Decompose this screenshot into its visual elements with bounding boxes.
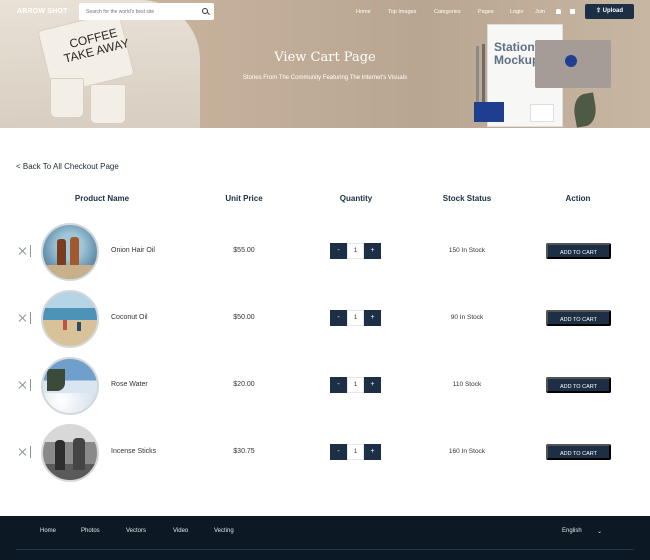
quantity-stepper: - 1 + <box>330 444 381 460</box>
quantity-stepper: - 1 + <box>330 310 381 326</box>
nav-login[interactable]: Login <box>510 9 523 15</box>
product-name[interactable]: Rose Water <box>111 381 148 388</box>
col-header-price: Unit Price <box>225 194 263 203</box>
language-select[interactable]: English <box>562 528 582 534</box>
table-row: Coconut Oil $50.00 - 1 + 90 In Stock ADD… <box>0 287 650 353</box>
footer: Home Photos Vectors Video Vecting Englis… <box>0 516 650 560</box>
unit-price: $50.00 <box>233 314 255 321</box>
stock-status: 90 In Stock <box>450 314 484 321</box>
stock-status: 110 Stock <box>452 381 482 388</box>
remove-icon[interactable] <box>18 246 28 256</box>
footer-link-home[interactable]: Home <box>40 528 56 534</box>
search-box <box>79 3 214 20</box>
product-name[interactable]: Onion Hair Oil <box>111 247 155 254</box>
nav-pages[interactable]: Pages <box>478 9 494 15</box>
add-to-cart-button[interactable]: ADD TO CART <box>546 310 611 326</box>
qty-value[interactable]: 1 <box>347 310 364 326</box>
nav-join[interactable]: Join <box>535 9 545 15</box>
add-to-cart-button[interactable]: ADD TO CART <box>546 377 611 393</box>
top-navbar: ARROW SHOT Home Top Images Categories Pa… <box>0 0 650 24</box>
product-thumb <box>41 424 99 482</box>
cart-icon[interactable] <box>570 9 575 14</box>
back-link[interactable]: < Back To All Checkout Page <box>16 162 119 171</box>
product-thumb <box>41 357 99 415</box>
page-subtitle: Stories From The Community Featuring The… <box>242 75 408 81</box>
col-header-quantity: Quantity <box>339 194 373 203</box>
quantity-stepper: - 1 + <box>330 377 381 393</box>
qty-value[interactable]: 1 <box>347 444 364 460</box>
unit-price: $20.00 <box>233 381 255 388</box>
site-logo[interactable]: ARROW SHOT <box>17 8 68 15</box>
footer-link-vecting[interactable]: Vecting <box>214 528 234 534</box>
bell-icon[interactable] <box>556 9 561 14</box>
qty-minus-button[interactable]: - <box>330 310 347 326</box>
footer-divider <box>16 549 634 550</box>
search-icon[interactable] <box>202 8 208 14</box>
quantity-stepper: - 1 + <box>330 243 381 259</box>
nav-home[interactable]: Home <box>356 9 371 15</box>
stock-status: 160 In Stock <box>448 448 486 455</box>
table-row: Rose Water $20.00 - 1 + 110 Stock ADD TO… <box>0 354 650 420</box>
product-name[interactable]: Incense Sticks <box>111 448 156 455</box>
qty-plus-button[interactable]: + <box>364 243 381 259</box>
qty-value[interactable]: 1 <box>347 243 364 259</box>
search-input[interactable] <box>86 6 196 17</box>
qty-plus-button[interactable]: + <box>364 310 381 326</box>
table-row: Onion Hair Oil $55.00 - 1 + 150 In Stock… <box>0 220 650 286</box>
qty-plus-button[interactable]: + <box>364 377 381 393</box>
product-thumb <box>41 290 99 348</box>
add-to-cart-button[interactable]: ADD TO CART <box>546 243 611 259</box>
col-header-action: Action <box>565 194 591 203</box>
remove-icon[interactable] <box>18 313 28 323</box>
chevron-down-icon[interactable]: ⌄ <box>597 528 602 535</box>
footer-link-vectors[interactable]: Vectors <box>126 528 146 534</box>
col-header-product: Product Name <box>74 194 130 203</box>
upload-button[interactable]: ⇪ Upload <box>585 4 634 19</box>
table-row: Incense Sticks $30.75 - 1 + 160 In Stock… <box>0 421 650 487</box>
qty-plus-button[interactable]: + <box>364 444 381 460</box>
add-to-cart-button[interactable]: ADD TO CART <box>546 444 611 460</box>
unit-price: $30.75 <box>233 448 255 455</box>
footer-link-photos[interactable]: Photos <box>81 528 100 534</box>
product-name[interactable]: Coconut Oil <box>111 314 148 321</box>
page-title: View Cart Page <box>274 50 376 65</box>
col-header-stock: Stock Status <box>442 194 492 203</box>
remove-icon[interactable] <box>18 380 28 390</box>
qty-minus-button[interactable]: - <box>330 377 347 393</box>
unit-price: $55.00 <box>233 247 255 254</box>
qty-minus-button[interactable]: - <box>330 243 347 259</box>
remove-icon[interactable] <box>18 447 28 457</box>
product-thumb <box>41 223 99 281</box>
nav-categories[interactable]: Categories <box>434 9 461 15</box>
footer-link-video[interactable]: Video <box>173 528 188 534</box>
qty-value[interactable]: 1 <box>347 377 364 393</box>
coffee-cups-image: COFFEE TAKE AWAY <box>26 10 138 124</box>
qty-minus-button[interactable]: - <box>330 444 347 460</box>
nav-top-images[interactable]: Top Images <box>388 9 416 15</box>
stock-status: 150 In Stock <box>448 247 486 254</box>
